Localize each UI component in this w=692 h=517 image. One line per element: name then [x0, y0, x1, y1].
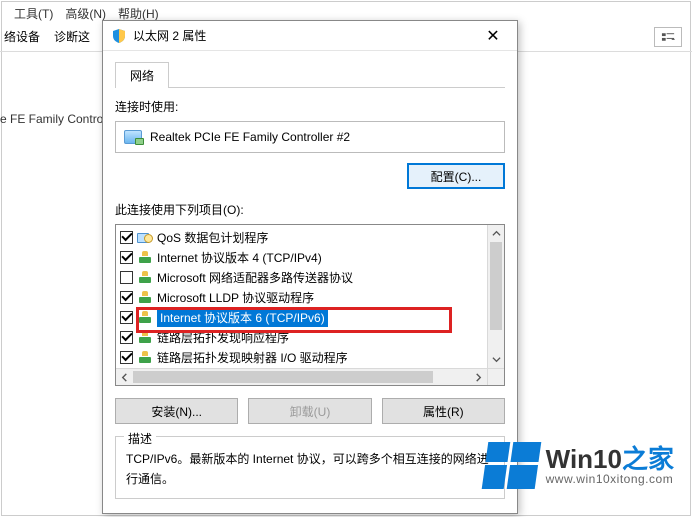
- ethernet-properties-dialog: 以太网 2 属性 ✕ 网络 连接时使用: Realtek PCIe FE Fam…: [102, 20, 518, 514]
- menu-advanced[interactable]: 高级(N): [65, 5, 106, 22]
- watermark: Win10之家 www.win10xitong.com: [485, 442, 674, 489]
- horizontal-scroll-thumb[interactable]: [133, 371, 433, 383]
- network-item[interactable]: 链路层拓扑发现响应程序: [118, 327, 485, 347]
- properties-button[interactable]: 属性(R): [382, 398, 505, 424]
- windows-logo-icon: [481, 442, 541, 489]
- toolbar-item-1[interactable]: 络设备: [4, 28, 40, 45]
- scroll-up-arrow[interactable]: [488, 225, 505, 242]
- protocol-icon: [137, 251, 153, 263]
- network-items-listbox[interactable]: QoS 数据包计划程序 Internet 协议版本 4 (TCP/IPv4) Mic…: [115, 224, 505, 386]
- item-label: QoS 数据包计划程序: [157, 229, 268, 246]
- qos-icon: [137, 231, 153, 243]
- network-item[interactable]: Internet 协议版本 4 (TCP/IPv4): [118, 247, 485, 267]
- item-checkbox[interactable]: [120, 311, 133, 324]
- scroll-corner: [487, 368, 504, 385]
- menu-tools[interactable]: 工具(T): [14, 5, 53, 22]
- description-legend: 描述: [124, 429, 156, 449]
- item-checkbox[interactable]: [120, 251, 133, 264]
- shield-icon: [111, 28, 127, 44]
- protocol-icon: [137, 311, 153, 323]
- scroll-left-arrow[interactable]: [116, 369, 133, 386]
- network-adapter-icon: [124, 130, 142, 144]
- tab-row: 网络: [115, 61, 505, 88]
- items-label: 此连接使用下列项目(O):: [115, 201, 505, 218]
- dialog-title: 以太网 2 属性: [133, 27, 473, 44]
- network-item[interactable]: QoS 数据包计划程序: [118, 227, 485, 247]
- item-label: Internet 协议版本 6 (TCP/IPv6): [157, 308, 328, 327]
- item-checkbox[interactable]: [120, 231, 133, 244]
- install-button[interactable]: 安装(N)...: [115, 398, 238, 424]
- connect-using-label: 连接时使用:: [115, 98, 505, 115]
- item-label: Microsoft LLDP 协议驱动程序: [157, 289, 314, 306]
- vertical-scrollbar[interactable]: [487, 225, 504, 368]
- watermark-url: www.win10xitong.com: [546, 473, 674, 486]
- item-label: Internet 协议版本 4 (TCP/IPv4): [157, 249, 322, 266]
- network-item[interactable]: Microsoft 网络适配器多路传送器协议: [118, 267, 485, 287]
- view-dropdown[interactable]: [654, 27, 682, 47]
- item-checkbox[interactable]: [120, 291, 133, 304]
- protocol-icon: [137, 351, 153, 363]
- adapter-field: Realtek PCIe FE Family Controller #2: [115, 121, 505, 153]
- uninstall-button: 卸载(U): [248, 398, 371, 424]
- watermark-brand: Win10之家: [546, 445, 674, 474]
- adapter-name: Realtek PCIe FE Family Controller #2: [150, 130, 350, 144]
- item-label: Microsoft 网络适配器多路传送器协议: [157, 269, 353, 286]
- close-button[interactable]: ✕: [473, 22, 513, 50]
- item-label: 链路层拓扑发现映射器 I/O 驱动程序: [157, 349, 348, 366]
- scroll-right-arrow[interactable]: [470, 369, 487, 386]
- description-groupbox: 描述 TCP/IPv6。最新版本的 Internet 协议，可以跨多个相互连接的…: [115, 436, 505, 499]
- horizontal-scrollbar[interactable]: [116, 368, 487, 385]
- protocol-icon: [137, 331, 153, 343]
- item-label: 链路层拓扑发现响应程序: [157, 329, 289, 346]
- protocol-icon: [137, 271, 153, 283]
- description-text: TCP/IPv6。最新版本的 Internet 协议，可以跨多个相互连接的网络进…: [126, 452, 489, 486]
- toolbar-item-2[interactable]: 诊断这: [54, 28, 90, 45]
- scroll-down-arrow[interactable]: [488, 351, 505, 368]
- vertical-scroll-thumb[interactable]: [490, 242, 502, 330]
- protocol-icon: [137, 291, 153, 303]
- tab-network[interactable]: 网络: [115, 62, 169, 88]
- item-checkbox[interactable]: [120, 351, 133, 364]
- item-checkbox[interactable]: [120, 271, 133, 284]
- dialog-titlebar: 以太网 2 属性 ✕: [103, 21, 517, 51]
- network-item[interactable]: 链路层拓扑发现映射器 I/O 驱动程序: [118, 347, 485, 367]
- parent-device-item[interactable]: e FE Family Controlle: [0, 112, 115, 126]
- network-item[interactable]: Microsoft LLDP 协议驱动程序: [118, 287, 485, 307]
- configure-button[interactable]: 配置(C)...: [407, 163, 505, 189]
- network-item[interactable]: Internet 协议版本 6 (TCP/IPv6): [118, 307, 485, 327]
- item-checkbox[interactable]: [120, 331, 133, 344]
